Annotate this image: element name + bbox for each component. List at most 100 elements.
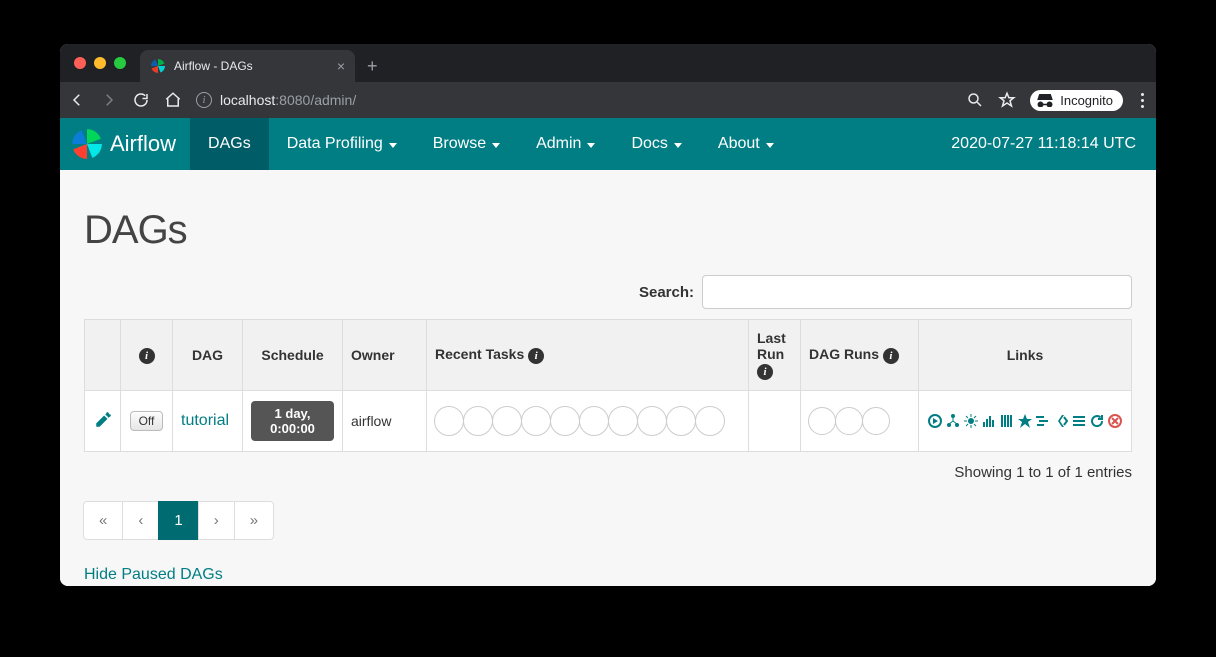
search-input[interactable]: [702, 275, 1132, 309]
tab-title: Airflow - DAGs: [174, 59, 253, 73]
col-edit: [85, 320, 121, 391]
incognito-label: Incognito: [1060, 93, 1113, 108]
info-icon[interactable]: i: [883, 348, 899, 364]
pagination-button[interactable]: ›: [198, 501, 235, 540]
browser-tab[interactable]: Airflow - DAGs ×: [140, 50, 355, 82]
task-status-circle[interactable]: [521, 406, 551, 436]
url-host: localhost: [220, 92, 275, 108]
browser-window: Airflow - DAGs × + i localhost:8080/admi…: [60, 44, 1156, 586]
task-status-circle[interactable]: [695, 406, 725, 436]
search-label: Search:: [639, 284, 694, 301]
zoom-icon[interactable]: [966, 91, 984, 109]
tree-view-icon[interactable]: [945, 413, 961, 429]
info-icon[interactable]: i: [528, 348, 544, 364]
dags-table: i DAG Schedule Owner Recent Tasks i Last…: [84, 319, 1132, 452]
chevron-down-icon: [492, 143, 500, 148]
nav-back-button[interactable]: [68, 91, 86, 109]
task-status-circle[interactable]: [637, 406, 667, 436]
reload-button[interactable]: [132, 91, 150, 109]
hide-paused-link[interactable]: Hide Paused DAGs: [84, 566, 223, 584]
run-status-circle[interactable]: [808, 407, 836, 435]
toolbar-right: Incognito: [966, 90, 1148, 111]
nav-item-about[interactable]: About: [700, 118, 792, 170]
new-tab-button[interactable]: +: [355, 50, 390, 82]
table-header-row: i DAG Schedule Owner Recent Tasks i Last…: [85, 320, 1132, 391]
pagination-button[interactable]: 1: [158, 501, 198, 540]
nav-item-label: Browse: [433, 135, 486, 153]
nav-item-dags[interactable]: DAGs: [190, 118, 269, 170]
col-links: Links: [919, 320, 1132, 391]
col-toggle: i: [121, 320, 173, 391]
task-tries-icon[interactable]: [999, 413, 1015, 429]
chevron-down-icon: [587, 143, 595, 148]
nav-item-label: About: [718, 135, 760, 153]
dag-pause-toggle[interactable]: Off: [130, 411, 164, 431]
bookmark-star-icon[interactable]: [998, 91, 1016, 109]
refresh-icon[interactable]: [1089, 413, 1105, 429]
site-info-icon[interactable]: i: [196, 92, 212, 108]
close-tab-icon[interactable]: ×: [337, 58, 345, 74]
url-display[interactable]: i localhost:8080/admin/: [196, 92, 952, 108]
dag-link[interactable]: tutorial: [181, 412, 229, 429]
browser-menu-button[interactable]: [1137, 93, 1148, 108]
airflow-brand[interactable]: Airflow: [60, 118, 190, 170]
task-status-circle[interactable]: [550, 406, 580, 436]
owner-cell: airflow: [343, 391, 427, 452]
col-dag: DAG: [173, 320, 243, 391]
logs-icon[interactable]: [1071, 413, 1087, 429]
chevron-down-icon: [766, 143, 774, 148]
task-status-circle[interactable]: [608, 406, 638, 436]
gantt-icon[interactable]: [1035, 413, 1051, 429]
task-status-circle[interactable]: [463, 406, 493, 436]
task-status-circle[interactable]: [434, 406, 464, 436]
page-content: DAGs Search: i DAG Schedule Owner Recent…: [60, 170, 1156, 586]
maximize-window-button[interactable]: [114, 57, 126, 69]
col-owner: Owner: [343, 320, 427, 391]
nav-forward-button[interactable]: [100, 91, 118, 109]
graph-view-icon[interactable]: [963, 413, 979, 429]
task-status-circle[interactable]: [666, 406, 696, 436]
landing-times-icon[interactable]: [1017, 413, 1033, 429]
trigger-dag-icon[interactable]: [927, 413, 943, 429]
nav-item-browse[interactable]: Browse: [415, 118, 518, 170]
nav-item-label: Admin: [536, 135, 581, 153]
airflow-logo-icon: [70, 127, 104, 161]
nav-item-label: Data Profiling: [287, 135, 383, 153]
nav-item-label: Docs: [631, 135, 667, 153]
chevron-down-icon: [389, 143, 397, 148]
chevron-down-icon: [674, 143, 682, 148]
incognito-icon: [1036, 93, 1054, 107]
run-status-circle[interactable]: [862, 407, 890, 435]
info-icon[interactable]: i: [757, 364, 773, 380]
delete-icon[interactable]: [1107, 413, 1123, 429]
info-icon[interactable]: i: [139, 348, 155, 364]
airflow-favicon: [150, 58, 166, 74]
pagination-button[interactable]: «: [83, 501, 123, 540]
minimize-window-button[interactable]: [94, 57, 106, 69]
close-window-button[interactable]: [74, 57, 86, 69]
edit-dag-icon[interactable]: [94, 416, 112, 432]
airflow-navbar: Airflow DAGs Data Profiling Browse Admin Doc…: [60, 118, 1156, 170]
task-status-circle[interactable]: [492, 406, 522, 436]
code-icon[interactable]: [1053, 413, 1069, 429]
nav-item-data-profiling[interactable]: Data Profiling: [269, 118, 415, 170]
home-button[interactable]: [164, 91, 182, 109]
schedule-badge[interactable]: 1 day, 0:00:00: [251, 401, 334, 441]
entries-info: Showing 1 to 1 of 1 entries: [84, 464, 1132, 481]
url-port: :8080: [275, 92, 310, 108]
last-run-cell: [749, 391, 801, 452]
col-recent-tasks: Recent Tasks i: [427, 320, 749, 391]
task-duration-icon[interactable]: [981, 413, 997, 429]
task-status-circle[interactable]: [579, 406, 609, 436]
nav-item-admin[interactable]: Admin: [518, 118, 613, 170]
page-title: DAGs: [84, 208, 1132, 253]
nav-item-docs[interactable]: Docs: [613, 118, 699, 170]
search-row: Search:: [84, 275, 1132, 309]
pagination-button[interactable]: »: [234, 501, 274, 540]
pagination-button[interactable]: ‹: [122, 501, 159, 540]
incognito-badge: Incognito: [1030, 90, 1123, 111]
brand-text: Airflow: [110, 131, 176, 157]
col-last-run: Last Run i: [749, 320, 801, 391]
run-status-circle[interactable]: [835, 407, 863, 435]
browser-tab-strip: Airflow - DAGs × +: [60, 44, 1156, 82]
